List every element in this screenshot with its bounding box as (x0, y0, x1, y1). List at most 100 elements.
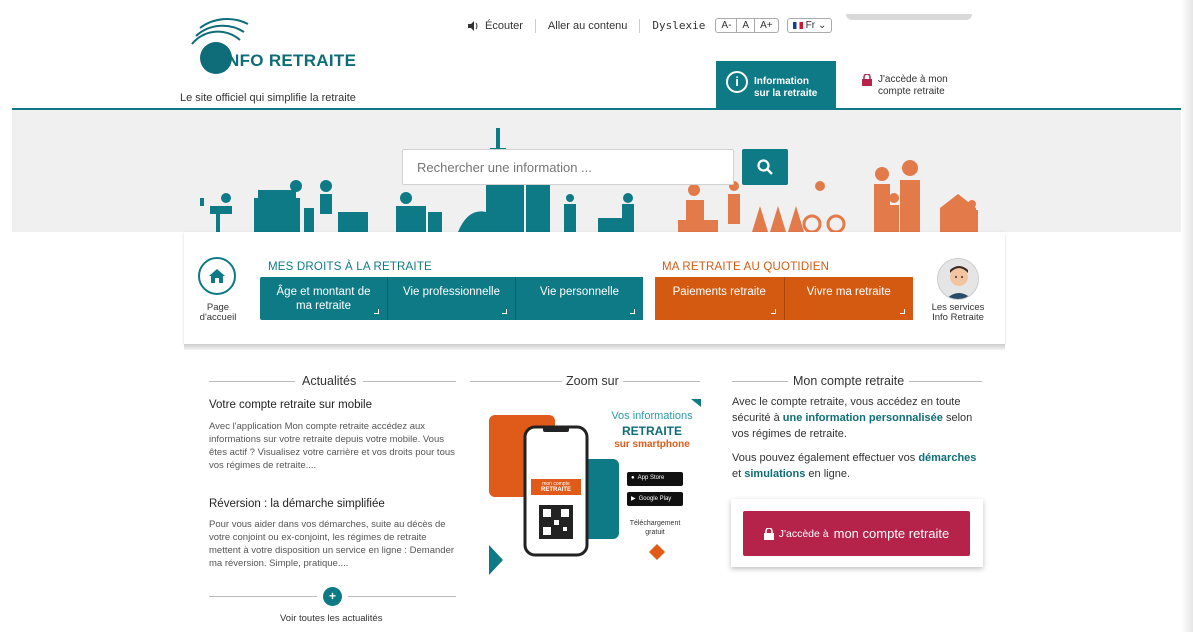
quotidien-menu: Paiements retraite Vivre ma retraite (655, 277, 913, 320)
compte-p2-a: Vous pouvez également effectuer vos (732, 452, 919, 464)
menu-vie-professionnelle[interactable]: Vie professionnelle (388, 277, 516, 320)
compte-p2-e: en ligne. (805, 468, 851, 480)
divider (470, 380, 562, 382)
menu-age-montant-line2: ma retraite (296, 300, 351, 312)
corner-arrow-icon (374, 309, 379, 314)
services-label[interactable]: Les services Info Retraite (922, 303, 994, 323)
corner-arrow-icon (900, 309, 905, 314)
news-item-1-title[interactable]: Votre compte retraite sur mobile (209, 399, 372, 411)
corner-arrow-icon (770, 309, 776, 314)
app-store-badge[interactable]: ● App Store (631, 475, 664, 481)
account-link-line2: compte retraite (878, 86, 945, 97)
divider (363, 380, 456, 382)
plus-icon[interactable]: + (323, 587, 342, 606)
app-promo-banner[interactable]: Vos informations RETRAITE sur smartphone… (487, 397, 707, 577)
advisor-avatar-icon (946, 266, 972, 299)
promo-line3: sur smartphone (614, 439, 690, 450)
info-tab-label: Information sur la retraite (754, 76, 817, 100)
menu-vie-professionnelle-label: Vie professionnelle (403, 286, 500, 298)
chevron-down-icon: ⌄ (818, 20, 827, 31)
actualites-title: Actualités (302, 374, 357, 388)
phone-brand: mon compte RETRAITE (533, 481, 579, 493)
corner-arrow-icon (630, 309, 635, 314)
menu-age-montant-line1: Âge et montant de (276, 286, 371, 298)
search-button[interactable] (742, 149, 788, 185)
download-line1: Téléchargement (629, 520, 681, 527)
language-select[interactable]: Fr ⌄ (786, 18, 833, 33)
home-icon (209, 269, 225, 283)
menu-paiements-label: Paiements retraite (672, 286, 766, 298)
accessibility-bar: Écouter Aller au contenu Dyslexie A- A A… (468, 18, 833, 33)
download-note: Téléchargement gratuit (621, 519, 689, 537)
speaker-icon (468, 20, 478, 31)
compte-title: Mon compte retraite (793, 374, 905, 388)
home-label[interactable]: Page d'accueil (188, 303, 248, 323)
font-size-decrease-button[interactable]: A- (716, 19, 738, 32)
promo-line1: Vos informations (611, 410, 693, 422)
menu-vie-personnelle[interactable]: Vie personnelle (516, 277, 643, 320)
news-item-2-title[interactable]: Réversion : la démarche simplifiée (209, 498, 385, 510)
font-size-controls: A- A A+ (715, 18, 779, 33)
services-avatar[interactable] (937, 258, 979, 300)
font-size-normal-button[interactable]: A (737, 19, 756, 32)
zoom-title: Zoom sur (566, 374, 619, 388)
info-icon: i (726, 71, 748, 93)
account-link-line1: J'accède à mon (878, 74, 948, 85)
promo-line2: RETRAITE (622, 424, 682, 438)
download-line2: gratuit (645, 529, 665, 536)
info-tab-line2: sur la retraite (754, 88, 818, 99)
compte-p2-d: simulations (744, 468, 806, 480)
left-gutter (0, 0, 12, 632)
news-item-1-body: Avec l'application Mon compte retraite a… (209, 421, 455, 471)
news-item-2-body: Pour vous aider dans vos démarches, suit… (209, 519, 455, 569)
info-tab-line1: Information (754, 76, 809, 87)
compte-paragraph-1: Avec le compte retraite, vous accédez en… (732, 394, 982, 442)
account-access-button[interactable]: J'accède à mon compte retraite (743, 511, 970, 556)
top-grey-tab (846, 14, 972, 20)
droits-section-title: MES DROITS À LA RETRAITE (268, 261, 432, 273)
all-news-link[interactable]: Voir toutes les actualités (280, 613, 382, 624)
right-gutter (1181, 0, 1193, 632)
compte-p1-b: une information personnalisée (782, 412, 943, 424)
droits-menu: Âge et montant de ma retraite Vie profes… (260, 277, 643, 320)
compte-p2-b: démarches (918, 452, 977, 464)
menu-age-montant[interactable]: Âge et montant de ma retraite (260, 277, 388, 320)
google-play-badge[interactable]: ▶ Google Play (631, 495, 672, 503)
menu-vie-personnelle-label: Vie personnelle (539, 286, 620, 298)
font-size-increase-button[interactable]: A+ (755, 19, 778, 32)
account-button-small-text: J'accède à (778, 527, 829, 540)
divider (732, 380, 788, 382)
zoom-heading: Zoom sur (470, 374, 700, 388)
play-icon: ▶ (631, 496, 636, 502)
divider (534, 18, 536, 33)
divider (348, 596, 456, 597)
services-label-line2: Info Retraite (932, 312, 984, 323)
compte-p2-c: et (732, 468, 745, 480)
actualites-heading: Actualités (209, 374, 456, 388)
corner-arrow-icon (502, 309, 507, 314)
apple-icon: ● (631, 475, 635, 481)
divider (909, 380, 982, 382)
lock-icon (763, 527, 774, 540)
dyslexia-toggle[interactable]: Dyslexie (652, 19, 705, 32)
home-button[interactable] (198, 257, 236, 295)
app-store-label: App Store (637, 475, 665, 481)
lock-icon (862, 74, 872, 86)
menu-paiements-retraite[interactable]: Paiements retraite (655, 277, 785, 320)
compte-heading: Mon compte retraite (732, 374, 982, 388)
search-input[interactable] (402, 149, 734, 185)
search-icon (757, 159, 773, 175)
account-access-link[interactable]: J'accède à mon compte retraite (862, 74, 948, 98)
site-tagline: Le site officiel qui simplifie la retrai… (180, 92, 356, 104)
language-label: Fr (805, 20, 816, 31)
account-button-text: mon compte retraite (833, 526, 950, 541)
home-label-line2: d'accueil (199, 312, 237, 323)
listen-button[interactable]: Écouter (468, 20, 523, 32)
quotidien-section-title: MA RETRAITE AU QUOTIDIEN (662, 261, 830, 273)
logo-text[interactable]: INFO RETRAITE (222, 51, 356, 71)
menu-vivre-ma-retraite[interactable]: Vivre ma retraite (784, 277, 913, 320)
google-play-label: Google Play (638, 495, 672, 502)
skip-to-content-link[interactable]: Aller au contenu (548, 20, 628, 32)
listen-label: Écouter (485, 19, 523, 32)
french-flag-icon (792, 22, 803, 29)
